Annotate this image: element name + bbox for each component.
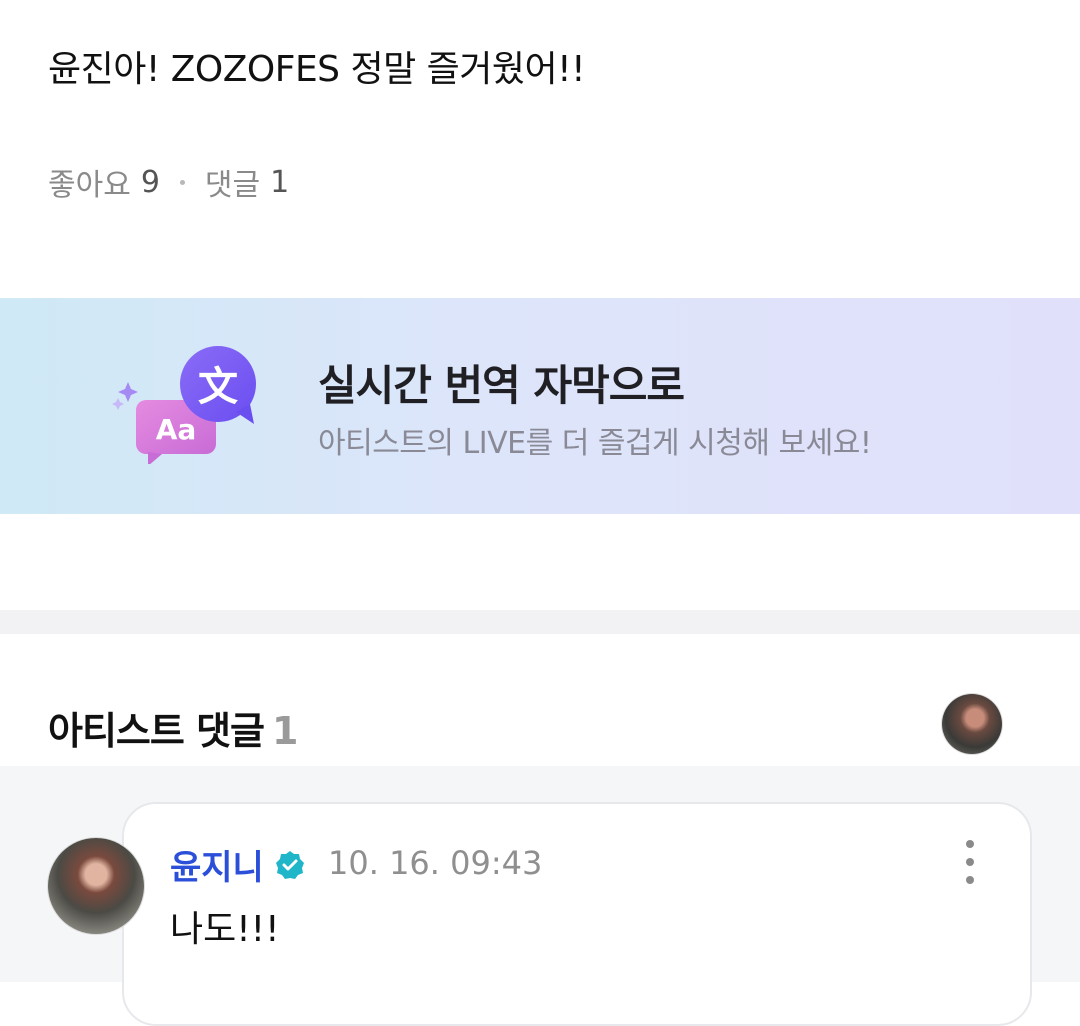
commenter-avatar[interactable] <box>48 838 144 934</box>
translated-glyph: 文 <box>198 364 238 410</box>
comment-author-name: 윤지니 <box>170 848 264 888</box>
comments-label[interactable]: 댓글 <box>205 160 260 204</box>
comments-count: 1 <box>270 164 290 200</box>
banner-subtitle: 아티스트의 LIVE를 더 즐겁게 시청해 보세요! <box>318 426 872 461</box>
comment-time: 10. 16. 09:43 <box>328 844 543 882</box>
artist-comments-count: 1 <box>272 709 298 753</box>
post-stats: 좋아요 9 댓글 1 <box>48 160 289 204</box>
likes-label[interactable]: 좋아요 <box>48 160 131 204</box>
likes-count: 9 <box>140 164 160 200</box>
section-divider <box>0 610 1080 634</box>
separator-dot <box>179 179 185 185</box>
post-text: 윤진아! ZOZOFES 정말 즐거웠어!! <box>48 49 586 90</box>
more-options-icon[interactable] <box>952 840 988 884</box>
artist-comments-header: 아티스트 댓글 1 <box>48 700 298 755</box>
post-body: 윤진아! ZOZOFES 정말 즐거웠어!! 좋아요 9 댓글 1 <box>0 0 1080 298</box>
translation-icon: 文 Aa <box>112 346 256 464</box>
verified-badge-icon <box>275 850 304 879</box>
artist-avatar-small[interactable] <box>942 694 1002 754</box>
comment-text: 나도!!! <box>170 909 280 950</box>
banner-title: 실시간 번역 자막으로 <box>318 361 685 410</box>
source-glyph: Aa <box>156 413 197 446</box>
artist-comments-title: 아티스트 댓글 <box>48 709 265 753</box>
comment-author[interactable]: 윤지니 <box>170 840 306 889</box>
